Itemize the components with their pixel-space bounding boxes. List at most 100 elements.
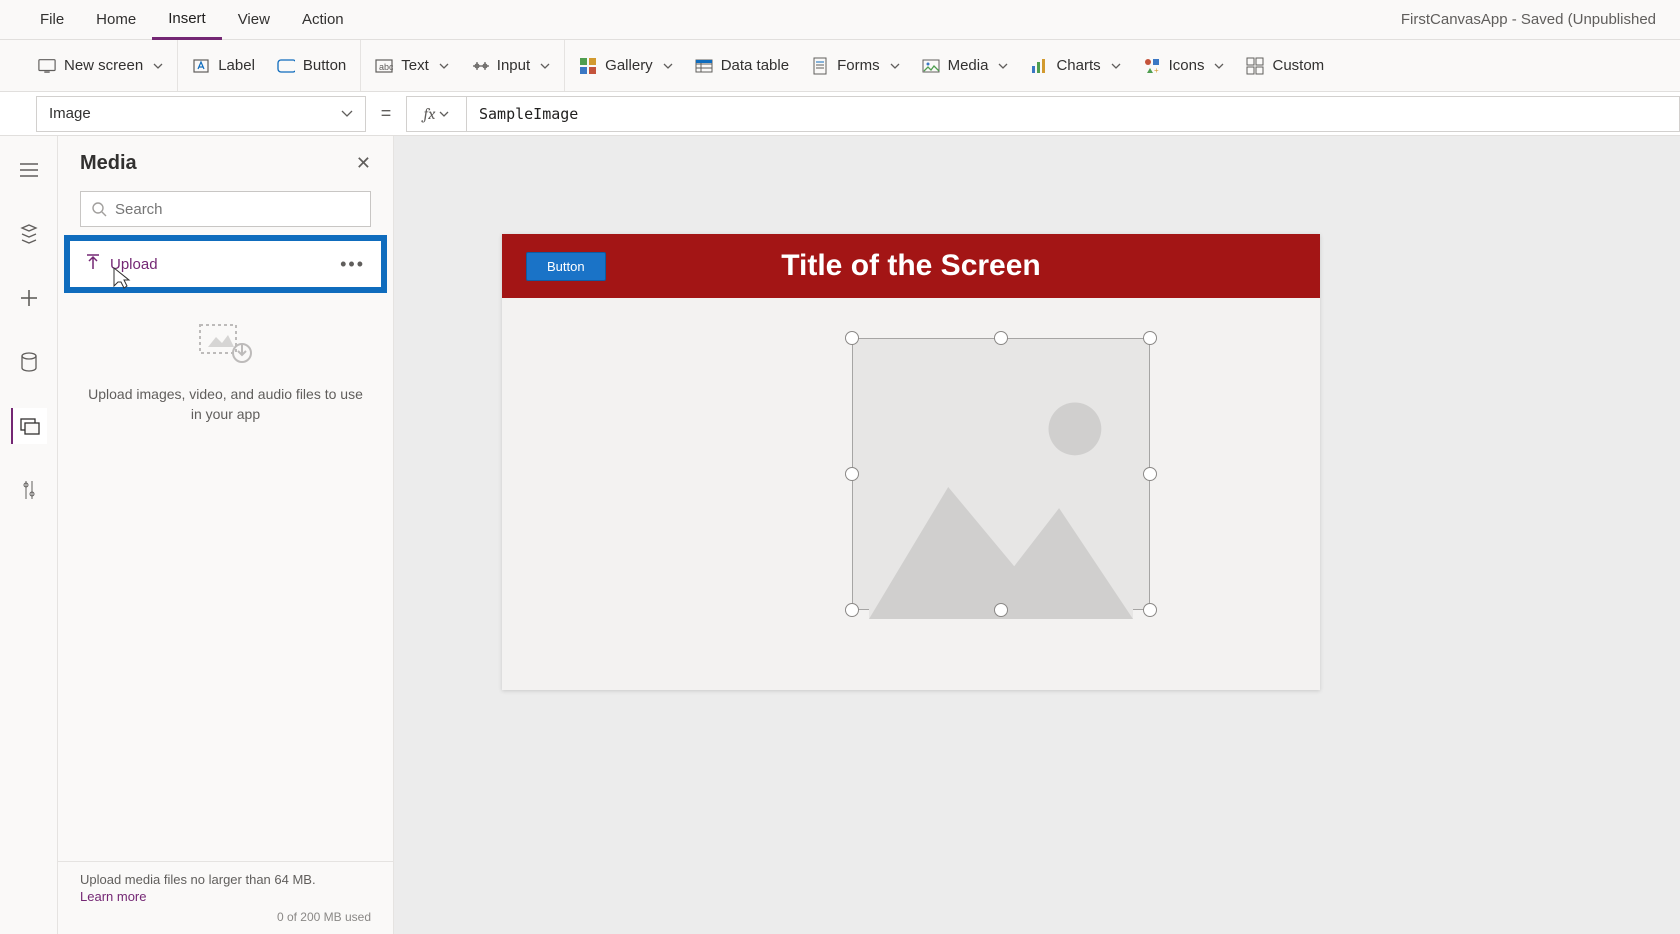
search-icon xyxy=(91,201,107,217)
fx-icon: fx xyxy=(424,105,436,123)
chevron-down-icon xyxy=(890,63,900,69)
input-label: Input xyxy=(497,57,530,74)
canvas-button-control[interactable]: Button xyxy=(526,252,606,281)
canvas-title-label[interactable]: Title of the Screen xyxy=(502,249,1320,283)
storage-usage: 0 of 200 MB used xyxy=(80,910,371,924)
rail-tools[interactable] xyxy=(11,472,47,508)
upload-icon xyxy=(86,254,100,274)
formula-bar: Image = fx xyxy=(0,92,1680,136)
chevron-down-icon xyxy=(663,63,673,69)
property-selector[interactable]: Image xyxy=(36,96,366,132)
upload-button[interactable]: Upload ••• xyxy=(64,235,387,293)
label-button[interactable]: Label xyxy=(192,57,255,75)
resize-handle[interactable] xyxy=(845,467,859,481)
ribbon: New screen Label Button abc Text Input G… xyxy=(0,40,1680,92)
gallery-button[interactable]: Gallery xyxy=(579,57,673,75)
data-table-label: Data table xyxy=(721,57,789,74)
input-button[interactable]: Input xyxy=(471,57,550,75)
text-button[interactable]: abc Text xyxy=(375,57,449,75)
chevron-down-icon xyxy=(1111,63,1121,69)
input-icon xyxy=(471,57,489,75)
rail-media[interactable] xyxy=(11,408,47,444)
tab-insert[interactable]: Insert xyxy=(152,0,222,40)
screen-header: Button Title of the Screen xyxy=(502,234,1320,298)
resize-handle[interactable] xyxy=(994,603,1008,617)
app-title: FirstCanvasApp - Saved (Unpublished xyxy=(1401,11,1656,28)
label-icon xyxy=(192,57,210,75)
chevron-down-icon xyxy=(439,63,449,69)
tab-view[interactable]: View xyxy=(222,0,286,40)
chevron-down-icon xyxy=(439,111,449,117)
app-screen[interactable]: Button Title of the Screen xyxy=(502,234,1320,690)
forms-button[interactable]: Forms xyxy=(811,57,900,75)
svg-text:abc: abc xyxy=(379,62,393,72)
screen-icon xyxy=(38,57,56,75)
search-input-wrapper[interactable] xyxy=(80,191,371,227)
resize-handle[interactable] xyxy=(1143,467,1157,481)
rail-tree-view[interactable] xyxy=(11,216,47,252)
upload-label: Upload xyxy=(110,256,158,273)
text-label: Text xyxy=(401,57,429,74)
resize-handle[interactable] xyxy=(845,331,859,345)
media-panel: Media ✕ Upload ••• Upload images, video,… xyxy=(58,136,394,934)
chevron-down-icon xyxy=(998,63,1008,69)
icons-icon: + xyxy=(1143,57,1161,75)
button-button[interactable]: Button xyxy=(277,57,346,75)
footer-text: Upload media files no larger than 64 MB. xyxy=(80,872,316,887)
custom-icon xyxy=(1246,57,1264,75)
image-placeholder-icon xyxy=(869,355,1133,619)
icons-label: Icons xyxy=(1169,57,1205,74)
close-icon[interactable]: ✕ xyxy=(356,153,371,174)
custom-label: Custom xyxy=(1272,57,1324,74)
formula-input[interactable] xyxy=(466,96,1680,132)
tab-home[interactable]: Home xyxy=(80,0,152,40)
custom-button[interactable]: Custom xyxy=(1246,57,1324,75)
menu-bar: File Home Insert View Action FirstCanvas… xyxy=(0,0,1680,40)
fx-button[interactable]: fx xyxy=(406,96,466,132)
gallery-icon xyxy=(579,57,597,75)
charts-button[interactable]: Charts xyxy=(1030,57,1120,75)
chevron-down-icon xyxy=(341,110,353,117)
tab-action[interactable]: Action xyxy=(286,0,360,40)
chevron-down-icon xyxy=(153,63,163,69)
data-table-button[interactable]: Data table xyxy=(695,57,789,75)
tab-file[interactable]: File xyxy=(24,0,80,40)
gallery-label: Gallery xyxy=(605,57,653,74)
left-rail xyxy=(0,136,58,934)
button-icon xyxy=(277,57,295,75)
text-icon: abc xyxy=(375,57,393,75)
canvas-area[interactable]: Button Title of the Screen xyxy=(394,136,1680,934)
resize-handle[interactable] xyxy=(1143,331,1157,345)
more-icon[interactable]: ••• xyxy=(340,254,365,275)
empty-state: Upload images, video, and audio files to… xyxy=(58,293,393,861)
resize-handle[interactable] xyxy=(994,331,1008,345)
new-screen-label: New screen xyxy=(64,57,143,74)
search-input[interactable] xyxy=(115,201,360,218)
chevron-down-icon xyxy=(540,63,550,69)
learn-more-link[interactable]: Learn more xyxy=(80,889,371,904)
resize-handle[interactable] xyxy=(845,603,859,617)
charts-label: Charts xyxy=(1056,57,1100,74)
table-icon xyxy=(695,57,713,75)
forms-icon xyxy=(811,57,829,75)
chevron-down-icon xyxy=(1214,63,1224,69)
panel-footer: Upload media files no larger than 64 MB.… xyxy=(58,861,393,934)
media-icon xyxy=(922,57,940,75)
rail-insert[interactable] xyxy=(11,280,47,316)
equals-sign: = xyxy=(366,103,406,124)
image-control[interactable] xyxy=(852,338,1150,610)
media-button[interactable]: Media xyxy=(922,57,1009,75)
media-placeholder-icon xyxy=(198,323,254,367)
button-label: Button xyxy=(303,57,346,74)
svg-text:+: + xyxy=(1154,66,1159,75)
icons-button[interactable]: + Icons xyxy=(1143,57,1225,75)
rail-data[interactable] xyxy=(11,344,47,380)
forms-label: Forms xyxy=(837,57,880,74)
media-label: Media xyxy=(948,57,989,74)
rail-hamburger[interactable] xyxy=(11,152,47,188)
empty-state-text: Upload images, video, and audio files to… xyxy=(86,385,366,424)
label-label: Label xyxy=(218,57,255,74)
new-screen-button[interactable]: New screen xyxy=(38,57,163,75)
resize-handle[interactable] xyxy=(1143,603,1157,617)
panel-title: Media xyxy=(80,152,137,175)
